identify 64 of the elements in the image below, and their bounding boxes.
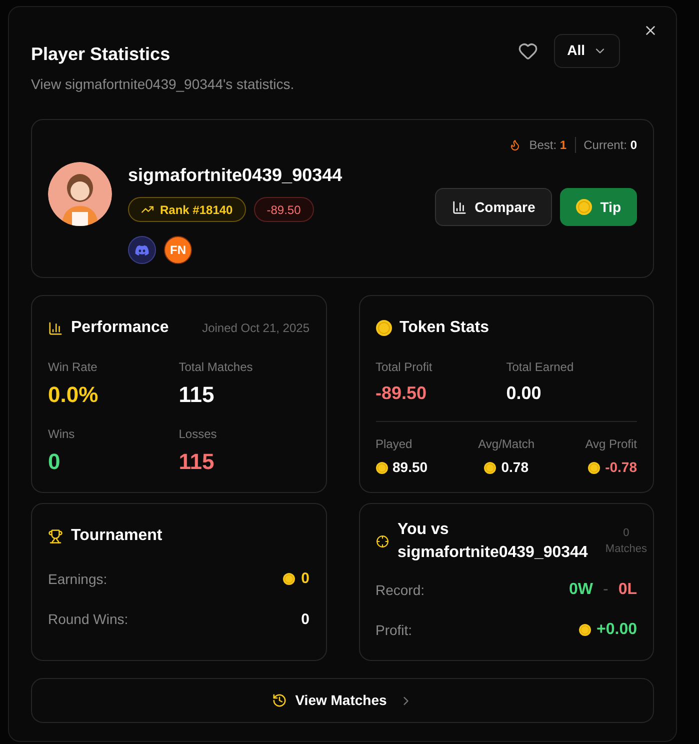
stat-value: 0.78 xyxy=(501,458,528,477)
card-title: You vs xyxy=(398,520,450,540)
stat-label: Avg Profit xyxy=(585,436,637,453)
score-change-badge: -89.50 xyxy=(254,197,314,222)
record-separator: - xyxy=(603,580,608,600)
stat-label: Wins xyxy=(48,426,76,443)
stat-value: 0.00 xyxy=(506,382,542,405)
crosshair-icon xyxy=(376,534,388,548)
view-matches-button[interactable]: View Matches xyxy=(31,678,654,723)
row-label: Record: xyxy=(376,580,425,600)
trophy-icon xyxy=(48,528,63,544)
row-label: Earnings: xyxy=(48,570,108,589)
profit-value: +0.00 xyxy=(596,620,637,640)
stat-value: -0.78 xyxy=(605,458,637,477)
best-streak: Best: 1 xyxy=(529,137,567,154)
tip-button[interactable]: Tip xyxy=(560,188,637,226)
stat-value: 89.50 xyxy=(392,458,428,477)
card-title: Token Stats xyxy=(400,318,489,338)
card-title: sigmafortnite0439_90344 xyxy=(398,543,588,563)
row-label: Profit: xyxy=(376,620,412,640)
favorite-icon[interactable] xyxy=(518,40,538,60)
joined-date: Joined Oct 21, 2025 xyxy=(202,320,310,337)
bar-chart-icon xyxy=(452,200,467,214)
coin-icon xyxy=(376,462,388,474)
coin-icon xyxy=(376,320,392,336)
stat-value: 115 xyxy=(178,448,216,476)
compare-button[interactable]: Compare xyxy=(434,188,552,226)
coin-icon xyxy=(588,462,600,474)
losses-value: 0L xyxy=(618,580,637,600)
player-username: sigmafortnite0439_90344 xyxy=(128,164,342,187)
stat-label: Total Profit xyxy=(376,359,434,376)
card-title: Tournament xyxy=(71,526,162,546)
coin-icon xyxy=(484,462,496,474)
row-value: 0 xyxy=(301,610,310,630)
coin-icon xyxy=(576,199,592,215)
stat-value: 0.0% xyxy=(48,381,100,409)
wins-value: 0W xyxy=(569,580,593,600)
coin-icon xyxy=(578,624,591,636)
row-label: Round Wins: xyxy=(48,610,128,630)
stat-value: 0 xyxy=(48,448,62,476)
row-value: 0 xyxy=(301,569,310,589)
discord-badge-icon[interactable] xyxy=(128,236,156,264)
dialog-subtitle: View sigmafortnite0439_90344's statistics. xyxy=(31,75,296,94)
stat-label: Played xyxy=(376,436,412,453)
dialog-title: Player Statistics xyxy=(31,43,170,66)
flame-icon xyxy=(509,139,522,151)
rank-badge: Rank #18140 xyxy=(128,197,246,222)
avatar-icon xyxy=(48,162,112,226)
matches-label: Matches xyxy=(605,542,647,557)
stat-label: Total Earned xyxy=(506,359,575,376)
history-icon xyxy=(272,693,288,708)
stat-label: Total Matches xyxy=(178,359,254,376)
stat-value: -89.50 xyxy=(376,382,428,405)
stat-label: Losses xyxy=(178,426,218,443)
stat-label: Win Rate xyxy=(48,359,98,376)
coin-icon xyxy=(283,573,296,586)
stat-value: 115 xyxy=(178,381,216,409)
bar-chart-icon xyxy=(48,320,63,336)
card-title: Performance xyxy=(71,318,169,338)
stat-label: Avg/Match xyxy=(478,436,535,453)
current-streak: Current: 0 xyxy=(584,137,637,154)
filter-dropdown[interactable]: All xyxy=(554,34,620,68)
close-button[interactable] xyxy=(643,23,658,38)
matches-count: 0 xyxy=(622,526,630,541)
